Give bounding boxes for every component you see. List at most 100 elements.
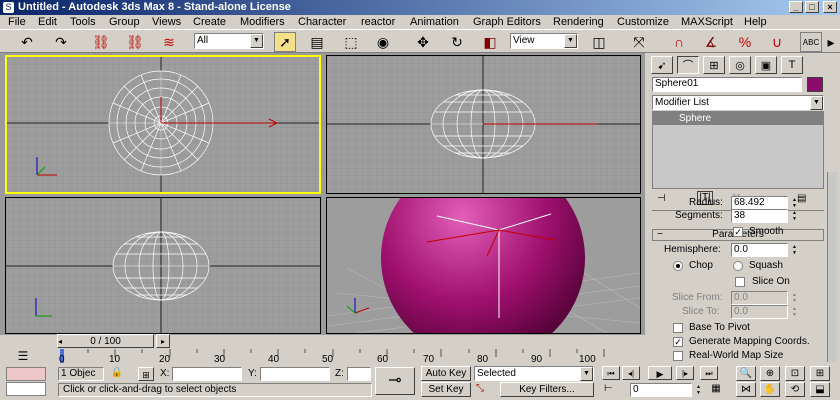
- maxscript-input-mini[interactable]: [6, 382, 46, 396]
- next-frame-icon[interactable]: |▸: [676, 366, 694, 380]
- segments-field[interactable]: 38: [731, 209, 788, 223]
- base-to-pivot-checkbox[interactable]: [673, 323, 683, 333]
- smooth-checkbox[interactable]: ✓: [733, 227, 743, 237]
- previous-frame-icon[interactable]: ◂|: [622, 366, 640, 380]
- menu-views[interactable]: Views: [152, 15, 181, 29]
- menu-modifiers[interactable]: Modifiers: [240, 15, 285, 29]
- redo-icon[interactable]: ↷: [50, 32, 72, 52]
- segments-spinner[interactable]: ▲ ▼: [790, 210, 799, 222]
- unlink-icon[interactable]: ⛓: [124, 32, 146, 52]
- percent-snap-icon[interactable]: %: [734, 32, 756, 52]
- link-icon[interactable]: ⛓: [90, 32, 112, 52]
- tab-display[interactable]: ▣: [755, 56, 777, 74]
- close-button[interactable]: ×: [823, 1, 837, 13]
- reference-coord-dropdown[interactable]: View ▼: [510, 33, 578, 49]
- menu-create[interactable]: Create: [193, 15, 226, 29]
- x-coordinate-field[interactable]: [172, 367, 242, 381]
- menu-group[interactable]: Group: [109, 15, 140, 29]
- select-move-icon[interactable]: ✥: [412, 32, 434, 52]
- bind-space-warp-icon[interactable]: ≋: [158, 32, 180, 52]
- time-slider[interactable]: ◂ 0 / 100: [57, 334, 154, 348]
- app-icon[interactable]: S: [3, 2, 14, 13]
- tab-motion[interactable]: ◎: [729, 56, 751, 74]
- real-world-map-checkbox[interactable]: [673, 351, 683, 361]
- maximize-viewport-icon[interactable]: ⬓: [810, 382, 830, 397]
- chop-radio[interactable]: [673, 261, 683, 271]
- track-bar-menu-icon[interactable]: ☰: [3, 349, 43, 363]
- maxscript-listener-mini[interactable]: [6, 367, 46, 381]
- spinner-snap-icon[interactable]: ∪: [766, 32, 788, 52]
- menu-file[interactable]: File: [8, 15, 26, 29]
- time-configuration-icon[interactable]: ▦: [708, 383, 724, 397]
- tab-create[interactable]: ➹: [651, 56, 673, 74]
- hemisphere-field[interactable]: 0.0: [731, 243, 788, 257]
- configure-modifier-sets-icon[interactable]: ▤: [797, 193, 813, 205]
- lock-icon[interactable]: 🔒: [110, 367, 124, 381]
- maximize-button[interactable]: □: [805, 1, 819, 13]
- select-by-name-icon[interactable]: ▤: [306, 32, 328, 52]
- menu-customize[interactable]: Customize: [617, 15, 669, 29]
- minimize-button[interactable]: _: [789, 1, 803, 13]
- play-icon[interactable]: ▶: [648, 366, 672, 380]
- tab-hierarchy[interactable]: ⊞: [703, 56, 725, 74]
- menu-help[interactable]: Help: [744, 15, 767, 29]
- menu-edit[interactable]: Edit: [38, 15, 57, 29]
- pivot-icon[interactable]: ◫: [588, 32, 610, 52]
- menu-animation[interactable]: Animation: [410, 15, 459, 29]
- key-mode-toggle-icon[interactable]: ⊢: [604, 383, 618, 397]
- angle-snap-icon[interactable]: ∡: [700, 32, 722, 52]
- go-to-end-icon[interactable]: ⏭: [700, 366, 718, 380]
- key-selection-dropdown[interactable]: Selected ▼: [474, 366, 594, 381]
- y-coordinate-field[interactable]: [260, 367, 330, 381]
- zoom-icon[interactable]: 🔍: [736, 366, 756, 381]
- zoom-all-icon[interactable]: ⊕: [760, 366, 780, 381]
- spelling-icon[interactable]: ABC: [800, 32, 822, 52]
- radius-spinner[interactable]: ▲ ▼: [790, 197, 799, 209]
- viewport-left[interactable]: [5, 197, 321, 334]
- command-panel-scrollbar[interactable]: [827, 172, 837, 362]
- selection-filter-dropdown[interactable]: All ▼: [194, 33, 264, 49]
- key-filters-button[interactable]: Key Filters...: [500, 382, 594, 397]
- viewport-perspective[interactable]: [326, 197, 641, 334]
- slice-on-checkbox[interactable]: [735, 277, 745, 287]
- menu-graph-editors[interactable]: Graph Editors: [473, 15, 541, 29]
- snaps-toggle-icon[interactable]: ∩: [668, 32, 690, 52]
- slice-from-field[interactable]: 0.0: [731, 291, 788, 305]
- menu-maxscript[interactable]: MAXScript: [681, 15, 733, 29]
- current-frame-spinner[interactable]: ▲ ▼: [694, 384, 703, 396]
- select-rotate-icon[interactable]: ↻: [446, 32, 468, 52]
- object-name-field[interactable]: Sphere01: [652, 77, 802, 92]
- hemisphere-spinner[interactable]: ▲ ▼: [790, 244, 799, 256]
- set-key-button[interactable]: Set Key: [421, 382, 471, 397]
- z-coordinate-field[interactable]: [347, 367, 371, 381]
- viewport-top[interactable]: [5, 55, 321, 194]
- generate-mapping-checkbox[interactable]: ✓: [673, 337, 683, 347]
- tab-modify[interactable]: ⌒: [677, 56, 699, 74]
- menu-character[interactable]: Character: [298, 15, 346, 29]
- undo-icon[interactable]: ↶: [16, 32, 38, 52]
- window-crossing-icon[interactable]: ◉: [372, 32, 394, 52]
- stack-item-sphere[interactable]: Sphere: [653, 112, 823, 125]
- field-of-view-icon[interactable]: ⋈: [736, 382, 756, 397]
- select-manipulate-icon[interactable]: ⤧: [628, 32, 650, 52]
- modifier-list-dropdown[interactable]: Modifier List ▼: [652, 95, 824, 110]
- go-to-start-icon[interactable]: ⏮: [602, 366, 620, 380]
- menu-rendering[interactable]: Rendering: [553, 15, 604, 29]
- slice-to-field[interactable]: 0.0: [731, 305, 788, 319]
- menu-reactor[interactable]: reactor: [361, 15, 395, 29]
- rectangular-selection-icon[interactable]: ⬚: [340, 32, 362, 52]
- object-color-swatch[interactable]: [807, 77, 823, 92]
- select-object-icon[interactable]: ➚: [274, 32, 296, 52]
- slice-to-spinner[interactable]: ▲ ▼: [790, 306, 799, 318]
- toolbar-overflow-icon[interactable]: ▸: [824, 32, 838, 52]
- transform-type-in-icon[interactable]: ⊞: [138, 367, 154, 381]
- tab-utilities[interactable]: T: [781, 56, 803, 74]
- select-scale-icon[interactable]: ◧: [479, 32, 501, 52]
- set-key-mode-icon[interactable]: ⊸: [375, 367, 415, 395]
- key-mode-icon[interactable]: ⤡: [476, 383, 496, 397]
- time-slider-right-arrow[interactable]: ▸: [156, 334, 170, 348]
- pan-icon[interactable]: ✋: [760, 382, 780, 397]
- arc-rotate-icon[interactable]: ⟲: [785, 382, 805, 397]
- slice-from-spinner[interactable]: ▲ ▼: [790, 292, 799, 304]
- squash-radio[interactable]: [733, 261, 743, 271]
